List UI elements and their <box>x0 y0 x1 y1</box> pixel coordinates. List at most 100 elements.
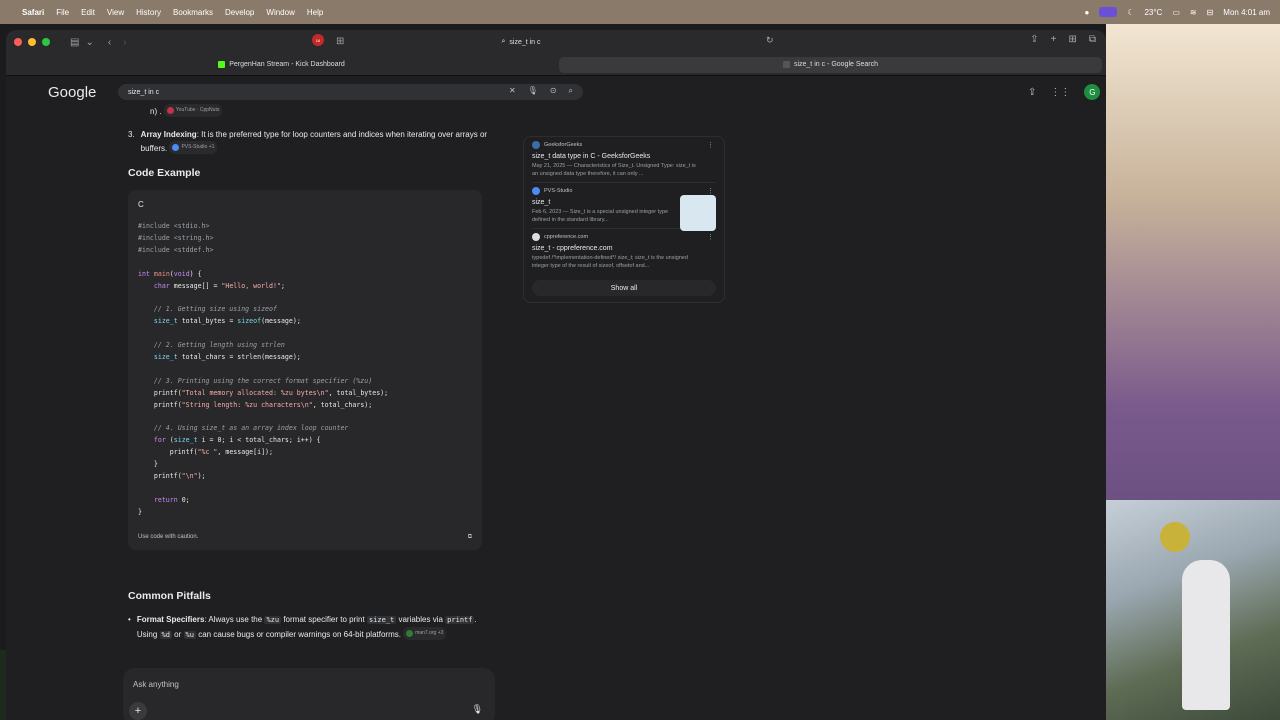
citation-chip[interactable]: YouTube · CppNuts <box>163 104 223 117</box>
status-app-icon[interactable]: ● <box>1084 8 1089 17</box>
code-block: C #include <stdio.h> #include <string.h>… <box>128 190 482 550</box>
source-site: cppreference.com <box>544 234 589 240</box>
address-text: size_t in c <box>509 38 541 46</box>
tab-google-search[interactable]: size_t in c - Google Search <box>559 56 1102 73</box>
wifi-icon[interactable]: ≋ <box>1190 8 1197 17</box>
add-icon[interactable]: + <box>129 702 147 720</box>
tab-overview-icon[interactable]: ⧉ <box>1089 34 1096 45</box>
bullet: • <box>128 614 131 624</box>
safari-window: ▤ ⌄ ‹ › 16 ⊞ ⌕ size_t in c ↻ ⇪ + ⊞ ⧉ Per… <box>6 30 1106 720</box>
google-account-bar: ⇪ ⋮⋮ G <box>1028 84 1101 100</box>
youtube-icon <box>166 107 174 114</box>
menu-develop[interactable]: Develop <box>225 8 254 17</box>
list-item-format-specifiers: • Format Specifiers: Always use the %zu … <box>128 613 488 642</box>
address-bar[interactable]: ⌕ size_t in c <box>256 34 786 50</box>
reload-icon[interactable]: ↻ <box>766 35 774 46</box>
ask-input[interactable]: Ask anything <box>133 680 179 689</box>
ai-overview-content: n) . YouTube · CppNuts 3. Array Indexing… <box>128 104 488 642</box>
source-title[interactable]: size_t - cppreference.com <box>532 245 716 252</box>
source-card[interactable]: GeeksforGeeks ⋮ size_t data type in C - … <box>532 137 716 183</box>
mic-icon[interactable]: 🎙 <box>472 704 483 715</box>
apps-grid-icon[interactable]: ⋮⋮ <box>1050 87 1070 98</box>
source-card[interactable]: PVS-Studio ⋮ size_t Feb 6, 2023 — Size_t… <box>532 183 716 231</box>
google-logo[interactable]: Google <box>48 84 96 101</box>
avatar[interactable]: G <box>1084 84 1101 100</box>
text-run: : Always use the <box>204 614 263 624</box>
battery-icon[interactable]: ▭ <box>1172 8 1180 17</box>
citation-label: PVS-Studio +1 <box>181 144 215 150</box>
prev-item-tail: n) . YouTube · CppNuts <box>150 104 488 118</box>
forward-icon[interactable]: › <box>123 37 126 48</box>
geeksforgeeks-icon <box>532 141 540 149</box>
inline-code: %d <box>159 630 172 639</box>
ask-box[interactable]: Ask anything + 🎙 <box>123 668 495 720</box>
chevron-down-icon[interactable]: ⌄ <box>85 37 93 48</box>
menu-edit[interactable]: Edit <box>81 8 95 17</box>
pvs-icon <box>172 144 180 151</box>
lens-icon[interactable]: ⊙ <box>550 86 557 96</box>
code-listing[interactable]: #include <stdio.h> #include <string.h> #… <box>138 221 472 519</box>
text-run: format specifier to print <box>283 614 365 624</box>
search-query: size_t in c <box>128 88 160 96</box>
menu-help[interactable]: Help <box>307 8 323 17</box>
control-center-icon[interactable]: ⊟ <box>1207 8 1214 17</box>
screen-record-icon[interactable] <box>1099 7 1118 17</box>
menu-view[interactable]: View <box>107 8 124 17</box>
share-icon[interactable]: ⇪ <box>1028 87 1036 98</box>
menu-bookmarks[interactable]: Bookmarks <box>173 8 213 17</box>
safari-toolbar: ▤ ⌄ ‹ › 16 ⊞ ⌕ size_t in c ↻ ⇪ + ⊞ ⧉ <box>6 30 1106 54</box>
new-tab-icon[interactable]: + <box>1051 34 1057 45</box>
citation-label: man7.org +3 <box>415 629 444 636</box>
more-icon[interactable]: ⋮ <box>707 141 714 149</box>
macos-menubar: Safari File Edit View History Bookmarks … <box>0 0 1280 24</box>
pitfalls-heading: Common Pitfalls <box>128 589 211 602</box>
google-results-page: Google size_t in c ✕ 🎙 ⊙ ⌕ ⇪ ⋮⋮ G n) . Y… <box>6 76 1106 720</box>
menu-file[interactable]: File <box>56 8 69 17</box>
mic-icon[interactable]: 🎙 <box>528 86 538 96</box>
grid-icon[interactable]: ⊞ <box>1068 34 1076 45</box>
copy-icon[interactable]: ⧉ <box>468 531 472 544</box>
citation-chip[interactable]: man7.org +3 <box>403 626 447 640</box>
menu-history[interactable]: History <box>136 8 161 17</box>
tab-label: size_t in c - Google Search <box>793 61 879 68</box>
temperature[interactable]: 23°C <box>1144 8 1162 17</box>
text-run: variables via <box>398 614 443 624</box>
more-icon[interactable]: ⋮ <box>707 187 714 195</box>
zoom-button[interactable] <box>42 38 50 46</box>
clock[interactable]: Mon 4:01 am <box>1223 8 1270 17</box>
menu-app[interactable]: Safari <box>22 8 44 17</box>
list-text: Format Specifiers: Always use the %zu fo… <box>137 613 488 642</box>
list-item-array-indexing: 3. Array Indexing: It is the preferred t… <box>128 128 488 155</box>
source-site: PVS-Studio <box>544 188 573 194</box>
source-title[interactable]: size_t data type in C - GeeksforGeeks <box>532 153 716 160</box>
tab-kick-dashboard[interactable]: PergenHan Stream - Kick Dashboard <box>10 57 553 73</box>
google-favicon-icon <box>782 61 790 68</box>
citation-chip[interactable]: PVS-Studio +1 <box>169 141 218 154</box>
menu-window[interactable]: Window <box>266 8 294 17</box>
list-bold: Array Indexing <box>140 130 197 139</box>
inline-code: printf <box>445 615 475 624</box>
kick-favicon-icon <box>218 61 226 68</box>
source-card[interactable]: cppreference.com ⋮ size_t - cppreference… <box>532 229 716 274</box>
show-all-button[interactable]: Show all <box>532 280 716 296</box>
inline-code: %zu <box>264 615 282 624</box>
clear-icon[interactable]: ✕ <box>509 86 516 96</box>
search-input[interactable]: size_t in c ✕ 🎙 ⊙ ⌕ <box>118 84 583 100</box>
weather-icon[interactable]: ☾ <box>1127 8 1134 17</box>
menubar-status: ● ☾ 23°C ▭ ≋ ⊟ Mon 4:01 am <box>1084 0 1270 24</box>
minimize-button[interactable] <box>28 38 36 46</box>
cppreference-icon <box>532 233 540 241</box>
window-controls <box>14 38 50 46</box>
share-icon[interactable]: ⇪ <box>1030 34 1038 45</box>
close-button[interactable] <box>14 38 22 46</box>
search-icon[interactable]: ⌕ <box>569 86 573 96</box>
list-bold: Format Specifiers <box>136 614 205 624</box>
source-thumbnail[interactable] <box>680 195 716 231</box>
more-icon[interactable]: ⋮ <box>707 233 714 241</box>
toolbar-actions: ⇪ + ⊞ ⧉ <box>1030 34 1096 45</box>
prev-tail-text: n) . <box>150 107 162 116</box>
sidebar-icon[interactable]: ▤ <box>70 37 79 48</box>
back-icon[interactable]: ‹ <box>108 37 111 48</box>
man7-icon <box>406 629 414 637</box>
code-language: C <box>138 200 144 209</box>
